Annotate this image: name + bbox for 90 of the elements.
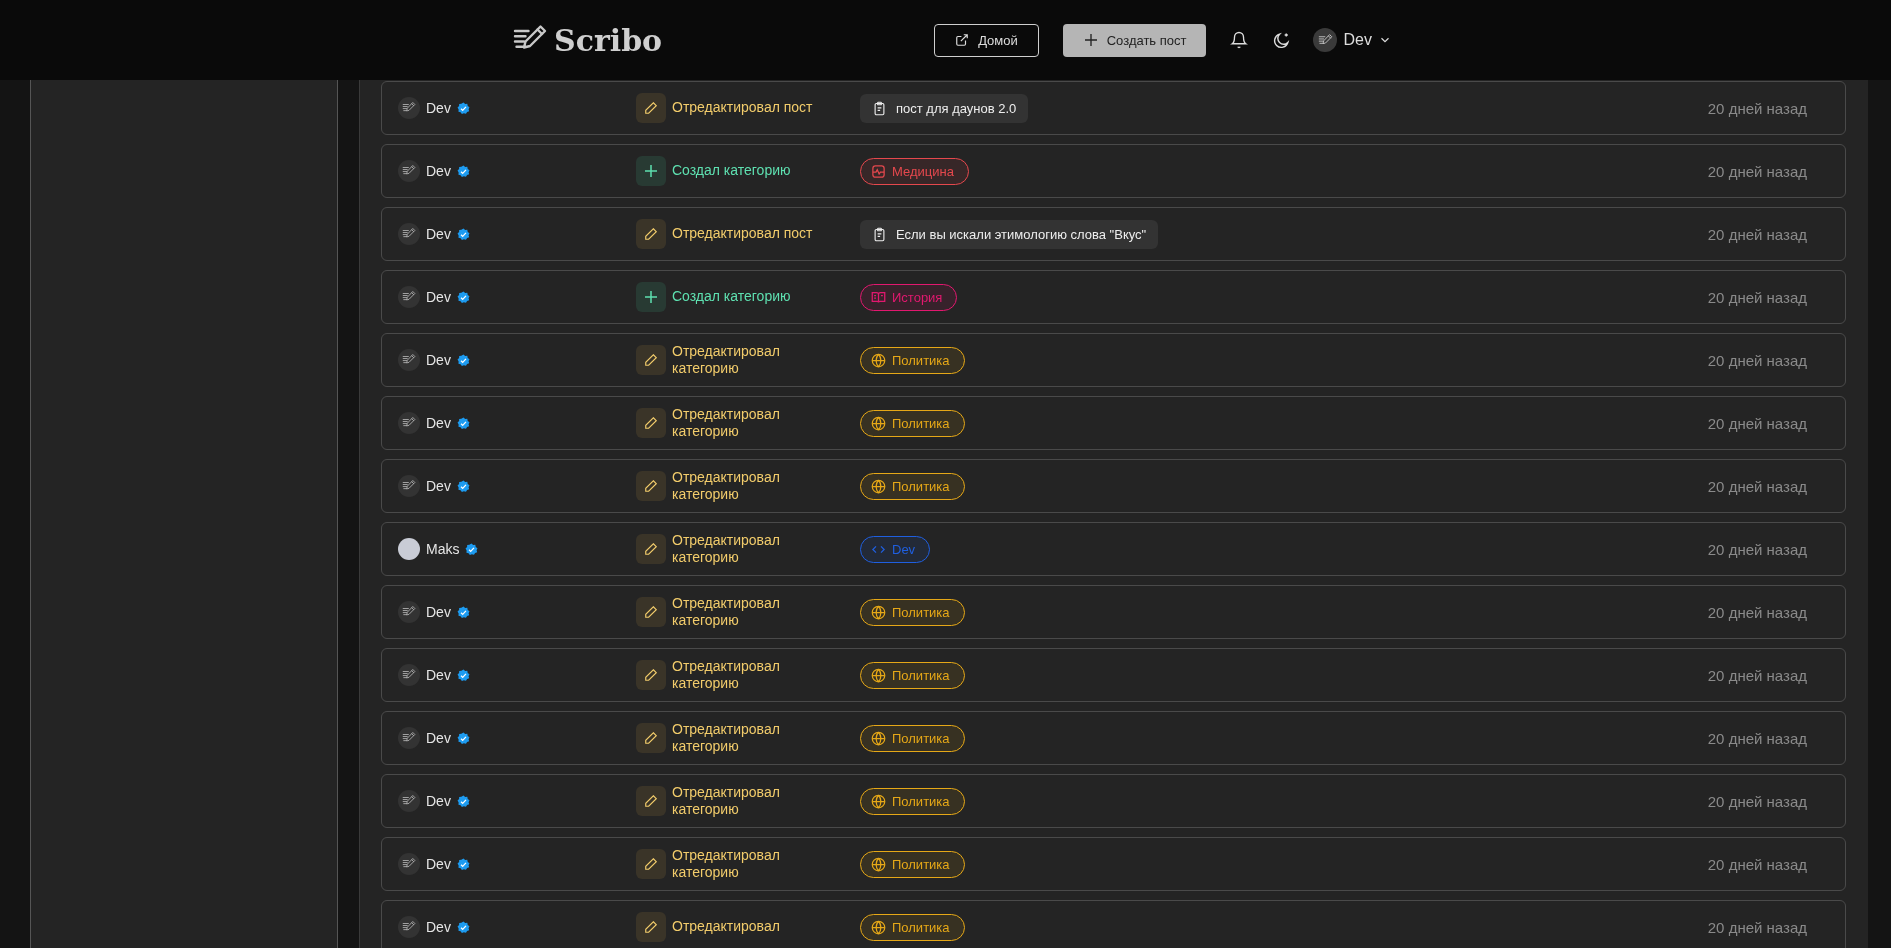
logo-text[interactable]: Scribo	[554, 22, 663, 58]
category-tag[interactable]: Политика	[860, 724, 965, 752]
timestamp: 20 дней назад	[1707, 729, 1807, 747]
category-tag[interactable]: Политика	[860, 787, 965, 815]
pencil-icon	[636, 471, 666, 501]
globe-icon	[871, 478, 886, 494]
user-name[interactable]: Dev	[426, 100, 451, 116]
clipboard-icon	[872, 100, 887, 116]
category-tag[interactable]: Политика	[860, 472, 965, 500]
user-name[interactable]: Dev	[426, 226, 451, 242]
pencil-icon	[636, 660, 666, 690]
pencil-icon	[636, 93, 666, 123]
action-label: Отредактировал категорию	[672, 720, 781, 756]
timestamp: 20 дней назад	[1707, 855, 1807, 873]
timestamp: 20 дней назад	[1707, 477, 1807, 495]
category-tag[interactable]: Политика	[860, 409, 965, 437]
user-name[interactable]: Dev	[426, 793, 451, 809]
pencil-icon	[636, 786, 666, 816]
action-label: Отредактировал категорию	[672, 531, 781, 567]
pencil-icon	[636, 345, 666, 375]
category-tag[interactable]: Медицина	[860, 157, 969, 185]
globe-icon	[871, 604, 886, 620]
post-chip[interactable]: пост для даунов 2.0	[860, 93, 1029, 123]
user-name[interactable]: Dev	[426, 667, 451, 683]
category-tag[interactable]: Политика	[860, 850, 965, 878]
globe-icon	[871, 352, 886, 368]
action-label: Отредактировал категорию	[672, 783, 781, 819]
external-link-icon	[955, 33, 970, 47]
user-avatar	[398, 538, 420, 560]
timestamp: 20 дней назад	[1707, 603, 1807, 621]
action-label: Создал категорию	[672, 162, 791, 180]
user-name[interactable]: Dev	[426, 352, 451, 368]
timestamp: 20 дней назад	[1707, 288, 1807, 306]
action-label: Создал категорию	[672, 288, 791, 306]
timestamp: 20 дней назад	[1707, 792, 1807, 810]
pulse-icon	[871, 163, 886, 179]
user-menu[interactable]: Dev	[1313, 28, 1392, 52]
globe-icon	[871, 415, 886, 431]
user-name[interactable]: Dev	[426, 289, 451, 305]
user-name[interactable]: Dev	[426, 478, 451, 494]
action-label: Отредактировал категорию	[672, 405, 781, 441]
pencil-icon	[636, 597, 666, 627]
home-button[interactable]: Домой	[934, 23, 1039, 57]
timestamp: 20 дней назад	[1707, 414, 1807, 432]
timestamp: 20 дней назад	[1707, 540, 1807, 558]
pencil-icon	[636, 912, 666, 942]
globe-icon	[871, 793, 886, 809]
timestamp: 20 дней назад	[1707, 918, 1807, 936]
globe-icon	[871, 667, 886, 683]
globe-icon	[871, 856, 886, 872]
pencil-icon	[636, 723, 666, 753]
pencil-icon	[636, 219, 666, 249]
plus-icon	[636, 156, 666, 186]
user-name[interactable]: Dev	[426, 856, 451, 872]
action-label: Отредактировал пост	[672, 99, 813, 117]
pencil-icon	[636, 849, 666, 879]
user-name[interactable]: Maks	[426, 541, 460, 557]
plus-icon	[1082, 32, 1099, 48]
user-name[interactable]: Dev	[426, 730, 451, 746]
category-tag[interactable]: Политика	[860, 661, 965, 689]
timestamp: 20 дней назад	[1707, 351, 1807, 369]
action-label: Отредактировал категорию	[672, 657, 781, 693]
book-icon	[871, 289, 886, 305]
timestamp: 20 дней назад	[1707, 666, 1807, 684]
globe-icon	[871, 919, 886, 935]
post-chip[interactable]: Если вы искали этимологию слова "Вкус"	[860, 219, 1159, 249]
clipboard-icon	[872, 226, 887, 242]
action-label: Отредактировал категорию	[672, 342, 781, 378]
action-label: Отредактировал категорию	[672, 594, 781, 630]
pencil-icon	[636, 534, 666, 564]
plus-icon	[636, 282, 666, 312]
moon-icon[interactable]	[1272, 30, 1292, 50]
user-name[interactable]: Dev	[426, 163, 451, 179]
create-post-button[interactable]: Создать пост	[1062, 23, 1207, 57]
action-label: Отредактировал категорию	[672, 468, 781, 504]
user-name[interactable]: Dev	[426, 415, 451, 431]
user-name[interactable]: Dev	[426, 919, 451, 935]
timestamp: 20 дней назад	[1707, 162, 1807, 180]
pencil-icon	[636, 408, 666, 438]
category-tag[interactable]: Политика	[860, 346, 965, 374]
category-tag[interactable]: Политика	[860, 913, 965, 941]
timestamp: 20 дней назад	[1707, 99, 1807, 117]
user-name[interactable]: Dev	[426, 604, 451, 620]
action-label: Отредактировал категорию	[672, 846, 781, 882]
globe-icon	[871, 730, 886, 746]
action-label: Отредактировал	[672, 918, 780, 936]
timestamp: 20 дней назад	[1707, 225, 1807, 243]
bell-icon[interactable]	[1230, 31, 1249, 49]
action-label: Отредактировал пост	[672, 225, 813, 243]
category-tag[interactable]: Политика	[860, 598, 965, 626]
